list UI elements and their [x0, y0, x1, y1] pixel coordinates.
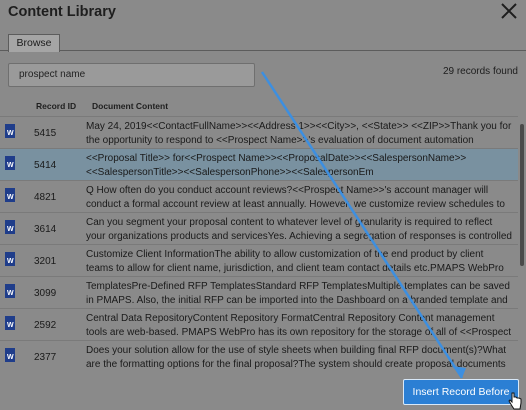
- document-content: TemplatesPre-Defined RFP TemplatesStanda…: [86, 281, 510, 306]
- record-id: 5414: [34, 160, 57, 171]
- table-row[interactable]: W 5415 May 24, 2019<<ContactFullName>><<…: [0, 116, 518, 148]
- tab-bar: Browse: [0, 34, 526, 52]
- column-header-document-content[interactable]: Document Content: [92, 101, 168, 111]
- document-content: Central Data RepositoryContent Repositor…: [86, 313, 512, 338]
- close-icon[interactable]: [498, 0, 520, 22]
- record-id: 3099: [34, 288, 57, 299]
- svg-text:W: W: [7, 194, 14, 201]
- table-row[interactable]: W 3201 Customize Client InformationThe a…: [0, 244, 518, 276]
- word-doc-icon: W: [5, 252, 15, 266]
- records-count: 29 records found: [442, 66, 518, 77]
- record-id: 2377: [34, 352, 57, 363]
- table-row[interactable]: W 2377 Does your solution allow for the …: [0, 340, 518, 372]
- document-content: May 24, 2019<<ContactFullName>><<Address…: [86, 121, 512, 146]
- svg-text:W: W: [7, 258, 14, 265]
- record-id: 4821: [34, 192, 57, 203]
- table-row-selected[interactable]: W 5414 <<Proposal Title>> for<<Prospect …: [0, 148, 518, 180]
- svg-text:W: W: [7, 354, 14, 361]
- table-row[interactable]: W 3099 TemplatesPre-Defined RFP Template…: [0, 276, 518, 308]
- table-header: Record ID Document Content: [0, 96, 526, 116]
- word-doc-icon: W: [5, 220, 15, 234]
- table-row[interactable]: W 3614 Can you segment your proposal con…: [0, 212, 518, 244]
- word-doc-icon: W: [5, 284, 15, 298]
- word-doc-icon: W: [5, 348, 15, 362]
- vertical-scrollbar[interactable]: [518, 116, 526, 372]
- table-row[interactable]: W 2592 Central Data RepositoryContent Re…: [0, 308, 518, 340]
- svg-text:W: W: [7, 130, 14, 137]
- scrollbar-thumb[interactable]: [520, 124, 524, 266]
- word-doc-icon: W: [5, 156, 15, 170]
- svg-text:W: W: [7, 322, 14, 329]
- insert-record-before-button[interactable]: Insert Record Before: [403, 379, 519, 405]
- table-rows: W 5415 May 24, 2019<<ContactFullName>><<…: [0, 116, 518, 372]
- dialog-title: Content Library: [8, 4, 116, 20]
- document-content: <<Proposal Title>> for<<Prospect Name>><…: [86, 153, 467, 178]
- svg-text:W: W: [7, 290, 14, 297]
- records-table: Record ID Document Content W 5415 May 24…: [0, 96, 526, 410]
- record-id: 2592: [34, 320, 57, 331]
- record-id: 5415: [34, 128, 57, 139]
- search-input[interactable]: prospect name: [8, 63, 255, 87]
- word-doc-icon: W: [5, 124, 15, 138]
- column-header-record-id[interactable]: Record ID: [36, 101, 76, 111]
- word-doc-icon: W: [5, 316, 15, 330]
- content-library-dialog: Content Library Browse prospect name 29 …: [0, 0, 526, 410]
- hand-cursor-icon: [508, 392, 522, 410]
- table-row[interactable]: W 4821 Q How often do you conduct accoun…: [0, 180, 518, 212]
- document-content: Does your solution allow for the use of …: [86, 345, 507, 370]
- record-id: 3201: [34, 256, 57, 267]
- svg-text:W: W: [7, 162, 14, 169]
- record-id: 3614: [34, 224, 57, 235]
- document-content: Can you segment your proposal content to…: [86, 217, 512, 242]
- svg-text:W: W: [7, 226, 14, 233]
- document-content: Q How often do you conduct account revie…: [86, 185, 505, 210]
- document-content: Customize Client InformationThe ability …: [86, 249, 504, 274]
- word-doc-icon: W: [5, 188, 15, 202]
- tab-browse[interactable]: Browse: [8, 34, 60, 52]
